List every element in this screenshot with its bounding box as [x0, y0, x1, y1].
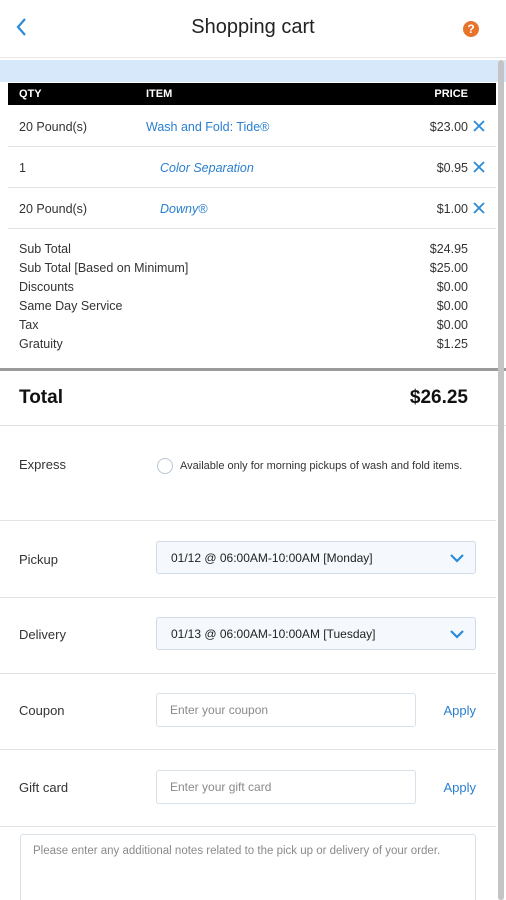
summary-label: Tax — [19, 318, 39, 332]
row-item-link[interactable]: Downy® — [160, 202, 207, 216]
summary-label: Sub Total — [19, 242, 71, 256]
cart-row: 20 Pound(s) Downy® $1.00 — [8, 189, 496, 229]
cart-table-header: QTY ITEM PRICE — [8, 83, 496, 105]
page-title: Shopping cart — [191, 16, 315, 38]
cart-row: 1 Color Separation $0.95 — [8, 148, 496, 188]
help-icon[interactable]: ? — [463, 21, 479, 37]
summary-value: $25.00 — [429, 261, 468, 275]
remove-icon[interactable] — [472, 201, 486, 215]
summary-line: Tax $0.00 — [8, 318, 496, 337]
pickup-label: Pickup — [19, 552, 59, 567]
summary-value: $0.00 — [436, 280, 468, 294]
row-item-link[interactable]: Wash and Fold: Tide® — [146, 120, 269, 134]
scrollbar-track[interactable] — [498, 60, 504, 900]
info-band — [0, 60, 506, 82]
summary-value: $0.00 — [436, 299, 468, 313]
summary-label: Gratuity — [19, 337, 63, 351]
total-label: Total — [19, 387, 63, 408]
app-header: Shopping cart ? — [0, 0, 506, 58]
pickup-select[interactable]: 01/12 @ 06:00AM-10:00AM [Monday] — [156, 541, 476, 574]
coupon-input[interactable] — [156, 693, 416, 727]
total-row: Total $26.25 — [0, 372, 506, 426]
delivery-value: 01/13 @ 06:00AM-10:00AM [Tuesday] — [171, 627, 376, 641]
scrollbar-thumb[interactable] — [498, 60, 504, 900]
chevron-down-icon — [448, 550, 466, 566]
row-price: $23.00 — [429, 120, 468, 134]
column-header-qty: QTY — [19, 88, 42, 100]
row-item-link[interactable]: Color Separation — [160, 161, 254, 175]
summary-line: Sub Total $24.95 — [8, 242, 496, 261]
express-label: Express — [19, 457, 66, 472]
coupon-label: Coupon — [19, 703, 65, 718]
apply-giftcard-button[interactable]: Apply — [443, 780, 476, 795]
summary-value: $24.95 — [429, 242, 468, 256]
row-price: $1.00 — [436, 202, 468, 216]
row-qty: 20 Pound(s) — [19, 120, 88, 134]
giftcard-input[interactable] — [156, 770, 416, 804]
giftcard-label: Gift card — [19, 780, 69, 795]
express-radio[interactable] — [157, 458, 173, 474]
order-summary: Sub Total $24.95 Sub Total [Based on Min… — [8, 242, 496, 356]
pickup-value: 01/12 @ 06:00AM-10:00AM [Monday] — [171, 551, 373, 565]
express-note: Available only for morning pickups of wa… — [180, 460, 463, 472]
row-price: $0.95 — [436, 161, 468, 175]
summary-line: Discounts $0.00 — [8, 280, 496, 299]
row-qty: 1 — [19, 161, 26, 175]
apply-coupon-button[interactable]: Apply — [443, 703, 476, 718]
summary-label: Discounts — [19, 280, 74, 294]
notes-textarea[interactable] — [20, 834, 476, 900]
summary-label: Sub Total [Based on Minimum] — [19, 261, 189, 275]
remove-icon[interactable] — [472, 160, 486, 174]
column-header-item: ITEM — [146, 88, 173, 100]
total-value: $26.25 — [409, 387, 468, 408]
summary-line: Same Day Service $0.00 — [8, 299, 496, 318]
chevron-down-icon — [448, 626, 466, 642]
delivery-label: Delivery — [19, 627, 66, 642]
delivery-select[interactable]: 01/13 @ 06:00AM-10:00AM [Tuesday] — [156, 617, 476, 650]
summary-value: $0.00 — [436, 318, 468, 332]
column-header-price: PRICE — [434, 88, 468, 100]
cart-row: 20 Pound(s) Wash and Fold: Tide® $23.00 — [8, 107, 496, 147]
summary-line: Sub Total [Based on Minimum] $25.00 — [8, 261, 496, 280]
row-qty: 20 Pound(s) — [19, 202, 88, 216]
summary-label: Same Day Service — [19, 299, 123, 313]
summary-line: Gratuity $1.25 — [8, 337, 496, 356]
total-divider — [0, 368, 506, 371]
remove-icon[interactable] — [472, 119, 486, 133]
summary-value: $1.25 — [436, 337, 468, 351]
